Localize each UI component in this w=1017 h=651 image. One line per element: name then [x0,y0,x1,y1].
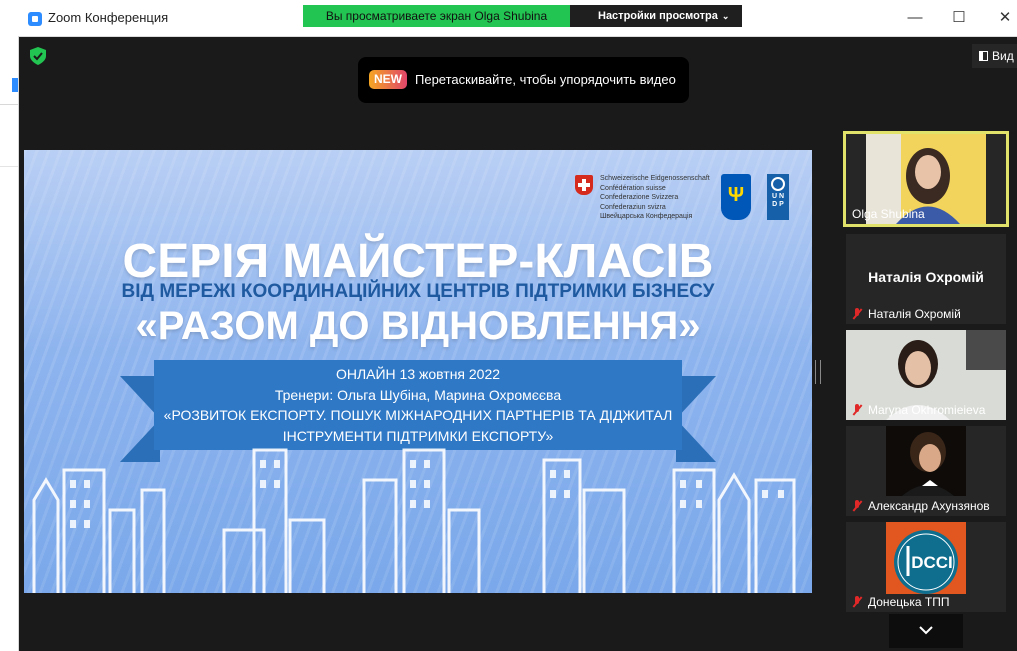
slide-info-banner: ОНЛАЙН 13 жовтня 2022 Тренери: Ольга Шуб… [154,360,682,450]
drag-hint-toast: NEW Перетаскивайте, чтобы упорядочить ви… [358,57,689,103]
layout-icon [979,51,988,61]
chevron-down-icon: ⌄ [721,11,730,21]
banner-line: «РОЗВИТОК ЕКСПОРТУ. ПОШУК МІЖНАРОДНИХ ПА… [163,407,673,423]
participant-name: Александр Ахунзянов [868,499,990,513]
close-button[interactable]: ✕ [990,6,1017,30]
participant-gallery: Olga Shubina Наталія Охромій Наталія Охр… [840,130,1017,651]
shield-check-icon[interactable] [30,47,46,65]
swiss-line: Швейцарська Конфедерація [600,213,693,220]
undp-logo: U N D P [767,174,789,220]
banner-line: ОНЛАЙН 13 жовтня 2022 [335,366,501,382]
view-layout-label: Вид [992,49,1014,63]
participant-tile-olga-shubina[interactable]: Olga Shubina [843,131,1009,227]
zoom-app-icon [28,12,42,26]
slide-subtitle: ВІД МЕРЕЖІ КООРДИНАЦІЙНИХ ЦЕНТРІВ ПІДТРИ… [121,281,715,302]
slide-quote-title: «РАЗОМ ДО ВІДНОВЛЕННЯ» [135,304,701,348]
participant-tile-maryna-okhromieieva[interactable]: Maryna Okhromieieva [846,330,1006,420]
swiss-line: Confederazione Svizzera [600,194,679,201]
chevron-down-icon [919,626,933,635]
background-window-edge [0,36,19,651]
city-skyline-illustration [32,448,796,593]
participant-name: Донецька ТПП [868,595,950,609]
swiss-flag-logo [575,175,593,195]
divider [0,166,18,167]
swiss-line: Schweizerische Eidgenossenschaft [600,175,710,182]
dcci-logo: DCCI [886,522,966,594]
splitter-handle[interactable] [815,360,821,384]
participant-tile-donetsk-tpp[interactable]: DCCI Донецька ТПП [846,522,1006,612]
view-options-label: Настройки просмотра [598,10,718,22]
muted-mic-icon [852,596,862,608]
muted-mic-icon [852,500,862,512]
participant-name: Maryna Okhromieieva [868,403,986,417]
participant-photo [886,426,966,496]
participant-name: Olga Shubina [852,207,925,221]
background-window-accent [12,78,18,92]
swiss-line: Confédération suisse [600,184,666,192]
scroll-down-button[interactable] [889,614,963,648]
muted-mic-icon [852,404,862,416]
new-badge: NEW [369,70,407,89]
window-title: Zoom Конференция [48,10,169,25]
participant-center-name: Наталія Охромій [868,269,984,285]
screen-share-banner: Вы просматриваете экран Olga Shubina [303,5,570,27]
dcci-logo-text: DCCI [911,553,953,572]
minimize-button[interactable]: — [900,6,930,30]
hint-text: Перетаскивайте, чтобы упорядочить видео [415,72,676,87]
undp-letters: D P [772,201,784,208]
muted-mic-icon [852,308,862,320]
participant-tile-natalia-okhromii[interactable]: Наталія Охромій Наталія Охромій [846,234,1006,324]
shared-screen-slide: Schweizerische Eidgenossenschaft Confédé… [24,150,812,593]
swiss-confederation-text: Schweizerische Eidgenossenschaft Confédé… [600,174,720,222]
participant-name: Наталія Охромій [868,307,961,321]
participant-tile-aleksandr-akhunzianov[interactable]: Александр Ахунзянов [846,426,1006,516]
window-titlebar: Zoom Конференция Вы просматриваете экран… [0,0,1017,37]
un-globe-icon [771,177,785,191]
divider [0,104,18,105]
ukraine-trident-logo: Ψ [721,174,751,220]
view-options-button[interactable]: Настройки просмотра ⌄ [570,5,742,27]
banner-line: Тренери: Ольга Шубіна, Марина Охромєєва [274,386,562,403]
view-layout-button[interactable]: Вид [972,44,1017,68]
undp-letters: U N [771,193,785,200]
swiss-line: Confederaziun svizra [600,203,666,211]
maximize-button[interactable]: ☐ [944,6,974,30]
